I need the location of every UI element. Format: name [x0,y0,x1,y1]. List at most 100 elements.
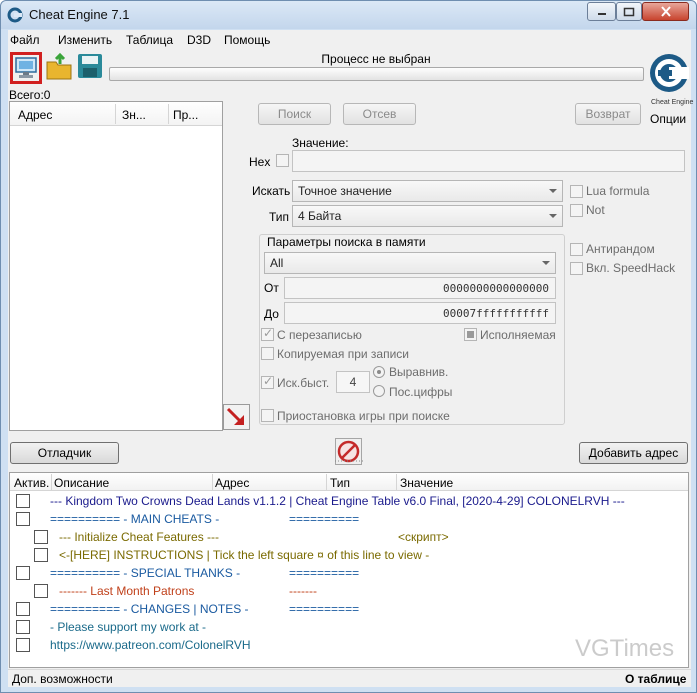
panel-splitter[interactable] [8,454,691,464]
hex-checkbox[interactable] [276,154,289,167]
column-divider [212,474,213,490]
active-checkbox[interactable] [16,620,30,634]
value-type-label: Тип [269,210,290,224]
col-description[interactable]: Описание [54,476,109,490]
menu-bar: Файл Изменить Таблица D3D Помощь [8,30,691,50]
menu-table[interactable]: Таблица [126,33,173,47]
menu-file[interactable]: Файл [10,33,40,47]
row-value: ------- [289,584,317,598]
open-file-button[interactable] [45,52,77,84]
fast-scan-label: Иск.быст. [277,376,330,390]
menu-d3d[interactable]: D3D [187,33,211,47]
table-row[interactable]: ========== - MAIN CHEATS - ========== [10,510,688,528]
last-digits-label: Пос.цифры [389,385,453,399]
watermark: VGTimes [575,635,675,662]
alignment-radio[interactable] [373,366,385,378]
table-row[interactable]: --- Kingdom Two Crowns Dead Lands v1.1.2… [10,492,688,510]
chevron-down-icon [549,189,557,193]
pause-game-checkbox[interactable] [261,409,274,422]
speedhack-label: Вкл. SpeedHack [586,261,676,275]
row-description: ------- Last Month Patrons [59,584,195,598]
row-description: ========== - CHANGES | NOTES - [50,602,249,616]
fast-scan-checkbox[interactable] [261,374,274,389]
stop-address-input[interactable]: 00007fffffffffff [284,302,556,324]
open-process-button[interactable] [10,52,42,84]
value-type-select[interactable]: 4 Байта [292,205,563,227]
last-digits-radio[interactable] [373,385,385,397]
alignment-label: Выравнив. [389,365,449,379]
col-value[interactable]: Зн... [122,108,146,122]
col-type[interactable]: Тип [330,476,350,490]
table-info-link[interactable]: О таблице [625,672,686,686]
splitter-grip-icon [335,460,364,462]
add-to-table-button[interactable] [223,404,250,430]
close-button[interactable] [642,2,689,21]
value-label: Значение: [292,136,349,150]
maximize-icon [623,7,635,16]
row-value: ========== [289,566,360,580]
writable-checkbox[interactable] [261,326,274,341]
speedhack-checkbox[interactable] [570,262,583,275]
column-divider [115,104,116,124]
found-addresses-list[interactable]: Адрес Зн... Пр... [9,101,223,431]
next-scan-button[interactable]: Отсев [343,103,416,125]
table-row[interactable]: <-[HERE] INSTRUCTIONS | Tick the left sq… [10,546,688,564]
undo-scan-button[interactable]: Возврат [575,103,641,125]
col-address[interactable]: Адрес [215,476,249,490]
active-checkbox[interactable] [34,548,48,562]
active-checkbox[interactable] [16,602,30,616]
minimize-button[interactable] [587,2,616,21]
title-bar[interactable]: Cheat Engine 7.1 [1,1,696,29]
options-label[interactable]: Опции [650,112,686,126]
copy-on-write-checkbox[interactable] [261,347,274,360]
active-checkbox[interactable] [34,530,48,544]
table-row[interactable]: - Please support my work at - [10,618,688,636]
to-label: До [264,307,279,321]
antirandom-label: Антирандом [586,242,655,256]
cheat-table-header: Актив. Описание Адрес Тип Значение [10,473,688,491]
value-type-value: 4 Байта [298,209,342,223]
fast-scan-alignment-input[interactable]: 4 [336,371,370,393]
start-address-input[interactable]: 0000000000000000 [284,277,556,299]
table-row[interactable]: ========== - CHANGES | NOTES - ========== [10,600,688,618]
memory-region-select[interactable]: All [264,252,556,274]
lua-formula-label: Lua formula [586,184,650,198]
executable-checkbox[interactable] [464,328,477,341]
active-checkbox[interactable] [16,512,30,526]
col-previous[interactable]: Пр... [173,108,198,122]
col-address[interactable]: Адрес [18,108,52,122]
computer-icon [15,57,37,78]
table-row[interactable]: --- Initialize Cheat Features --- <скрипт… [10,528,688,546]
advanced-options-link[interactable]: Доп. возможности [12,672,113,686]
writable-label: С перезаписью [277,328,362,342]
column-divider [168,104,169,124]
scan-type-label: Искать [252,184,291,198]
scan-value-input[interactable] [292,150,685,172]
copy-on-write-label: Копируемая при записи [277,347,409,361]
active-checkbox[interactable] [34,584,48,598]
first-scan-button[interactable]: Поиск [258,103,331,125]
menu-help[interactable]: Помощь [224,33,270,47]
maximize-button[interactable] [616,2,642,21]
lua-formula-checkbox[interactable] [570,185,583,198]
scan-type-select[interactable]: Точное значение [292,180,563,202]
table-row[interactable]: ------- Last Month Patrons ------- [10,582,688,600]
col-value[interactable]: Значение [400,476,453,490]
col-active[interactable]: Актив. [14,476,49,490]
save-button[interactable] [76,52,108,84]
row-description: ========== - MAIN CHEATS - [50,512,220,526]
process-progress-bar [109,67,644,81]
menu-edit[interactable]: Изменить [58,33,112,47]
floppy-disk-icon [78,54,102,78]
antirandom-checkbox[interactable] [570,243,583,256]
window-title: Cheat Engine 7.1 [29,7,130,22]
table-row[interactable]: ========== - SPECIAL THANKS - ========== [10,564,688,582]
active-checkbox[interactable] [16,566,30,580]
row-value: ========== [289,512,360,526]
row-description: --- Initialize Cheat Features --- [59,530,220,544]
row-value: ========== [289,602,360,616]
main-window: Cheat Engine 7.1 Файл Изменить Таблица D… [0,0,697,693]
not-checkbox[interactable] [570,204,583,217]
active-checkbox[interactable] [16,494,30,508]
active-checkbox[interactable] [16,638,30,652]
